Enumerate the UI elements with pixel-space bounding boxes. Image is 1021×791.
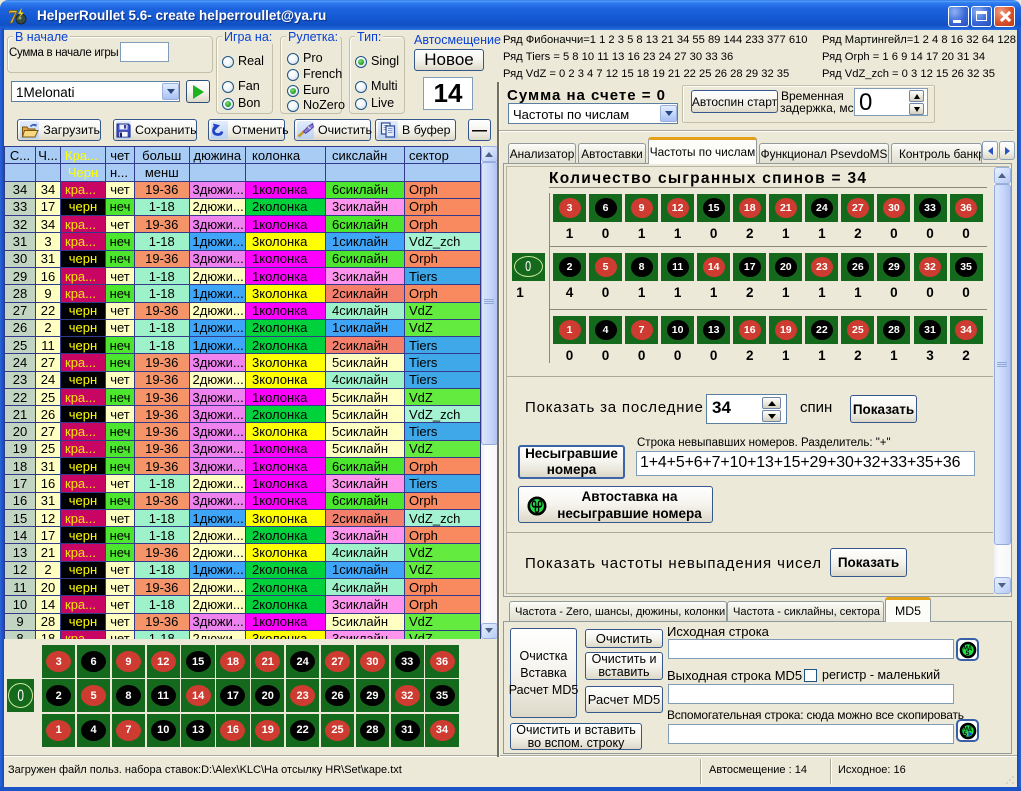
- svg-text:5: 5: [963, 731, 967, 738]
- svg-text:5: 5: [965, 650, 969, 657]
